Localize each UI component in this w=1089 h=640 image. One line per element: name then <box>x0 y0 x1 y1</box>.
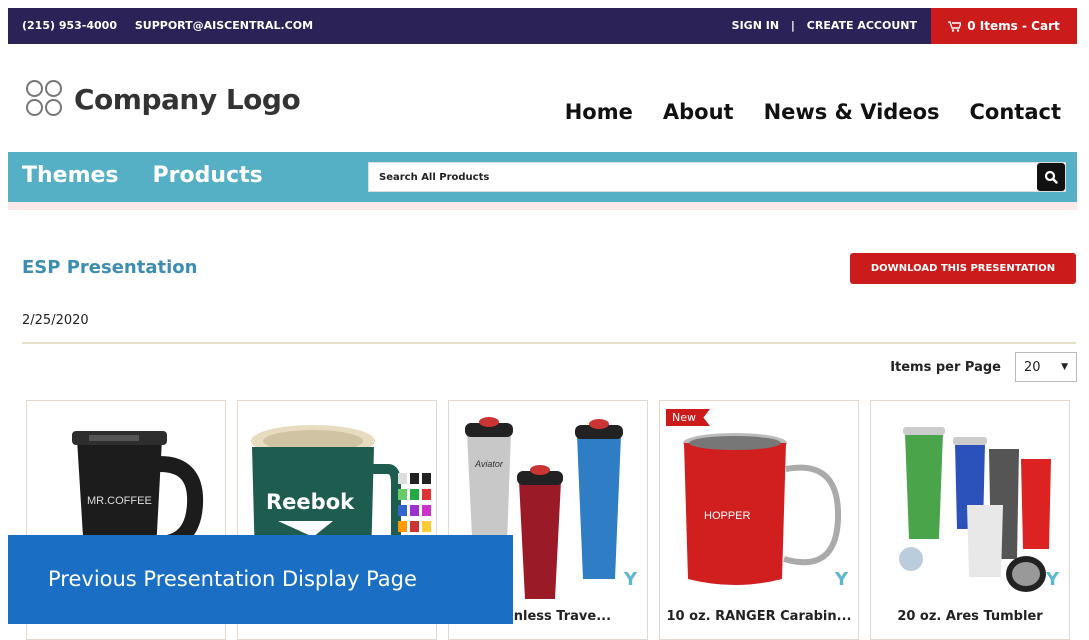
items-per-page-label: Items per Page <box>890 359 1001 375</box>
items-per-page-value: 20 <box>1024 359 1041 375</box>
product-card[interactable]: HOPPER New Y 10 oz. RANGER Carabin... <box>659 400 859 640</box>
mug-brand-text: HOPPER <box>704 510 751 522</box>
search-box <box>368 162 1066 192</box>
items-per-page: Items per Page 20 ▼ <box>890 352 1077 382</box>
nav-contact[interactable]: Contact <box>970 100 1062 124</box>
v-badge-icon: Y <box>834 569 848 590</box>
product-image-carabiner-mug: HOPPER <box>683 433 842 585</box>
account-links: SIGN IN | CREATE ACCOUNT <box>732 19 917 32</box>
cart-icon <box>948 20 962 32</box>
create-account-link[interactable]: CREATE ACCOUNT <box>807 19 917 32</box>
presentation-title: ESP Presentation <box>22 257 198 278</box>
cart-label: 0 Items - Cart <box>967 19 1060 33</box>
category-bar: Themes Products <box>8 152 1077 202</box>
search-icon <box>1044 170 1058 184</box>
product-name[interactable]: 20 oz. Ares Tumbler <box>871 609 1069 624</box>
logo-circles-icon <box>26 80 64 118</box>
category-bar-shadow <box>8 202 1077 210</box>
chevron-down-icon: ▼ <box>1061 362 1068 372</box>
separator: | <box>790 19 795 32</box>
mug-brand-text: MR.COFFEE <box>87 495 152 507</box>
tumbler-brand-text: Aviator <box>474 459 504 469</box>
logo-text: Company Logo <box>74 82 301 116</box>
support-email[interactable]: SUPPORT@AISCENTRAL.COM <box>135 19 313 32</box>
v-badge-icon: Y <box>1045 569 1059 590</box>
nav-home[interactable]: Home <box>565 100 633 124</box>
top-utility-bar: (215) 953-4000 SUPPORT@AISCENTRAL.COM SI… <box>8 8 1077 44</box>
cart-button[interactable]: 0 Items - Cart <box>931 8 1077 44</box>
main-navigation: Home About News & Videos Contact <box>565 100 1061 124</box>
contact-info: (215) 953-4000 SUPPORT@AISCENTRAL.COM <box>22 19 327 32</box>
nav-about[interactable]: About <box>663 100 734 124</box>
product-image-ares-tumblers <box>899 427 1051 592</box>
caption-overlay: Previous Presentation Display Page <box>8 535 513 624</box>
presentation-date: 2/25/2020 <box>22 313 89 328</box>
download-presentation-button[interactable]: DOWNLOAD THIS PRESENTATION <box>850 253 1076 284</box>
company-logo[interactable]: Company Logo <box>26 80 301 118</box>
phone-number[interactable]: (215) 953-4000 <box>22 19 117 32</box>
search-input[interactable] <box>369 163 1065 191</box>
category-products[interactable]: Products <box>153 163 263 188</box>
mug-brand-text: Reebok <box>266 490 355 514</box>
category-links: Themes Products <box>22 163 263 188</box>
items-per-page-select[interactable]: 20 ▼ <box>1015 352 1077 382</box>
sign-in-link[interactable]: SIGN IN <box>732 19 779 32</box>
product-card[interactable]: Y 20 oz. Ares Tumbler <box>870 400 1070 640</box>
product-name[interactable]: 10 oz. RANGER Carabin... <box>660 609 858 624</box>
category-themes[interactable]: Themes <box>22 163 119 188</box>
nav-news-videos[interactable]: News & Videos <box>764 100 940 124</box>
v-badge-icon: Y <box>623 569 637 590</box>
search-button[interactable] <box>1037 163 1065 191</box>
section-divider <box>22 342 1076 344</box>
